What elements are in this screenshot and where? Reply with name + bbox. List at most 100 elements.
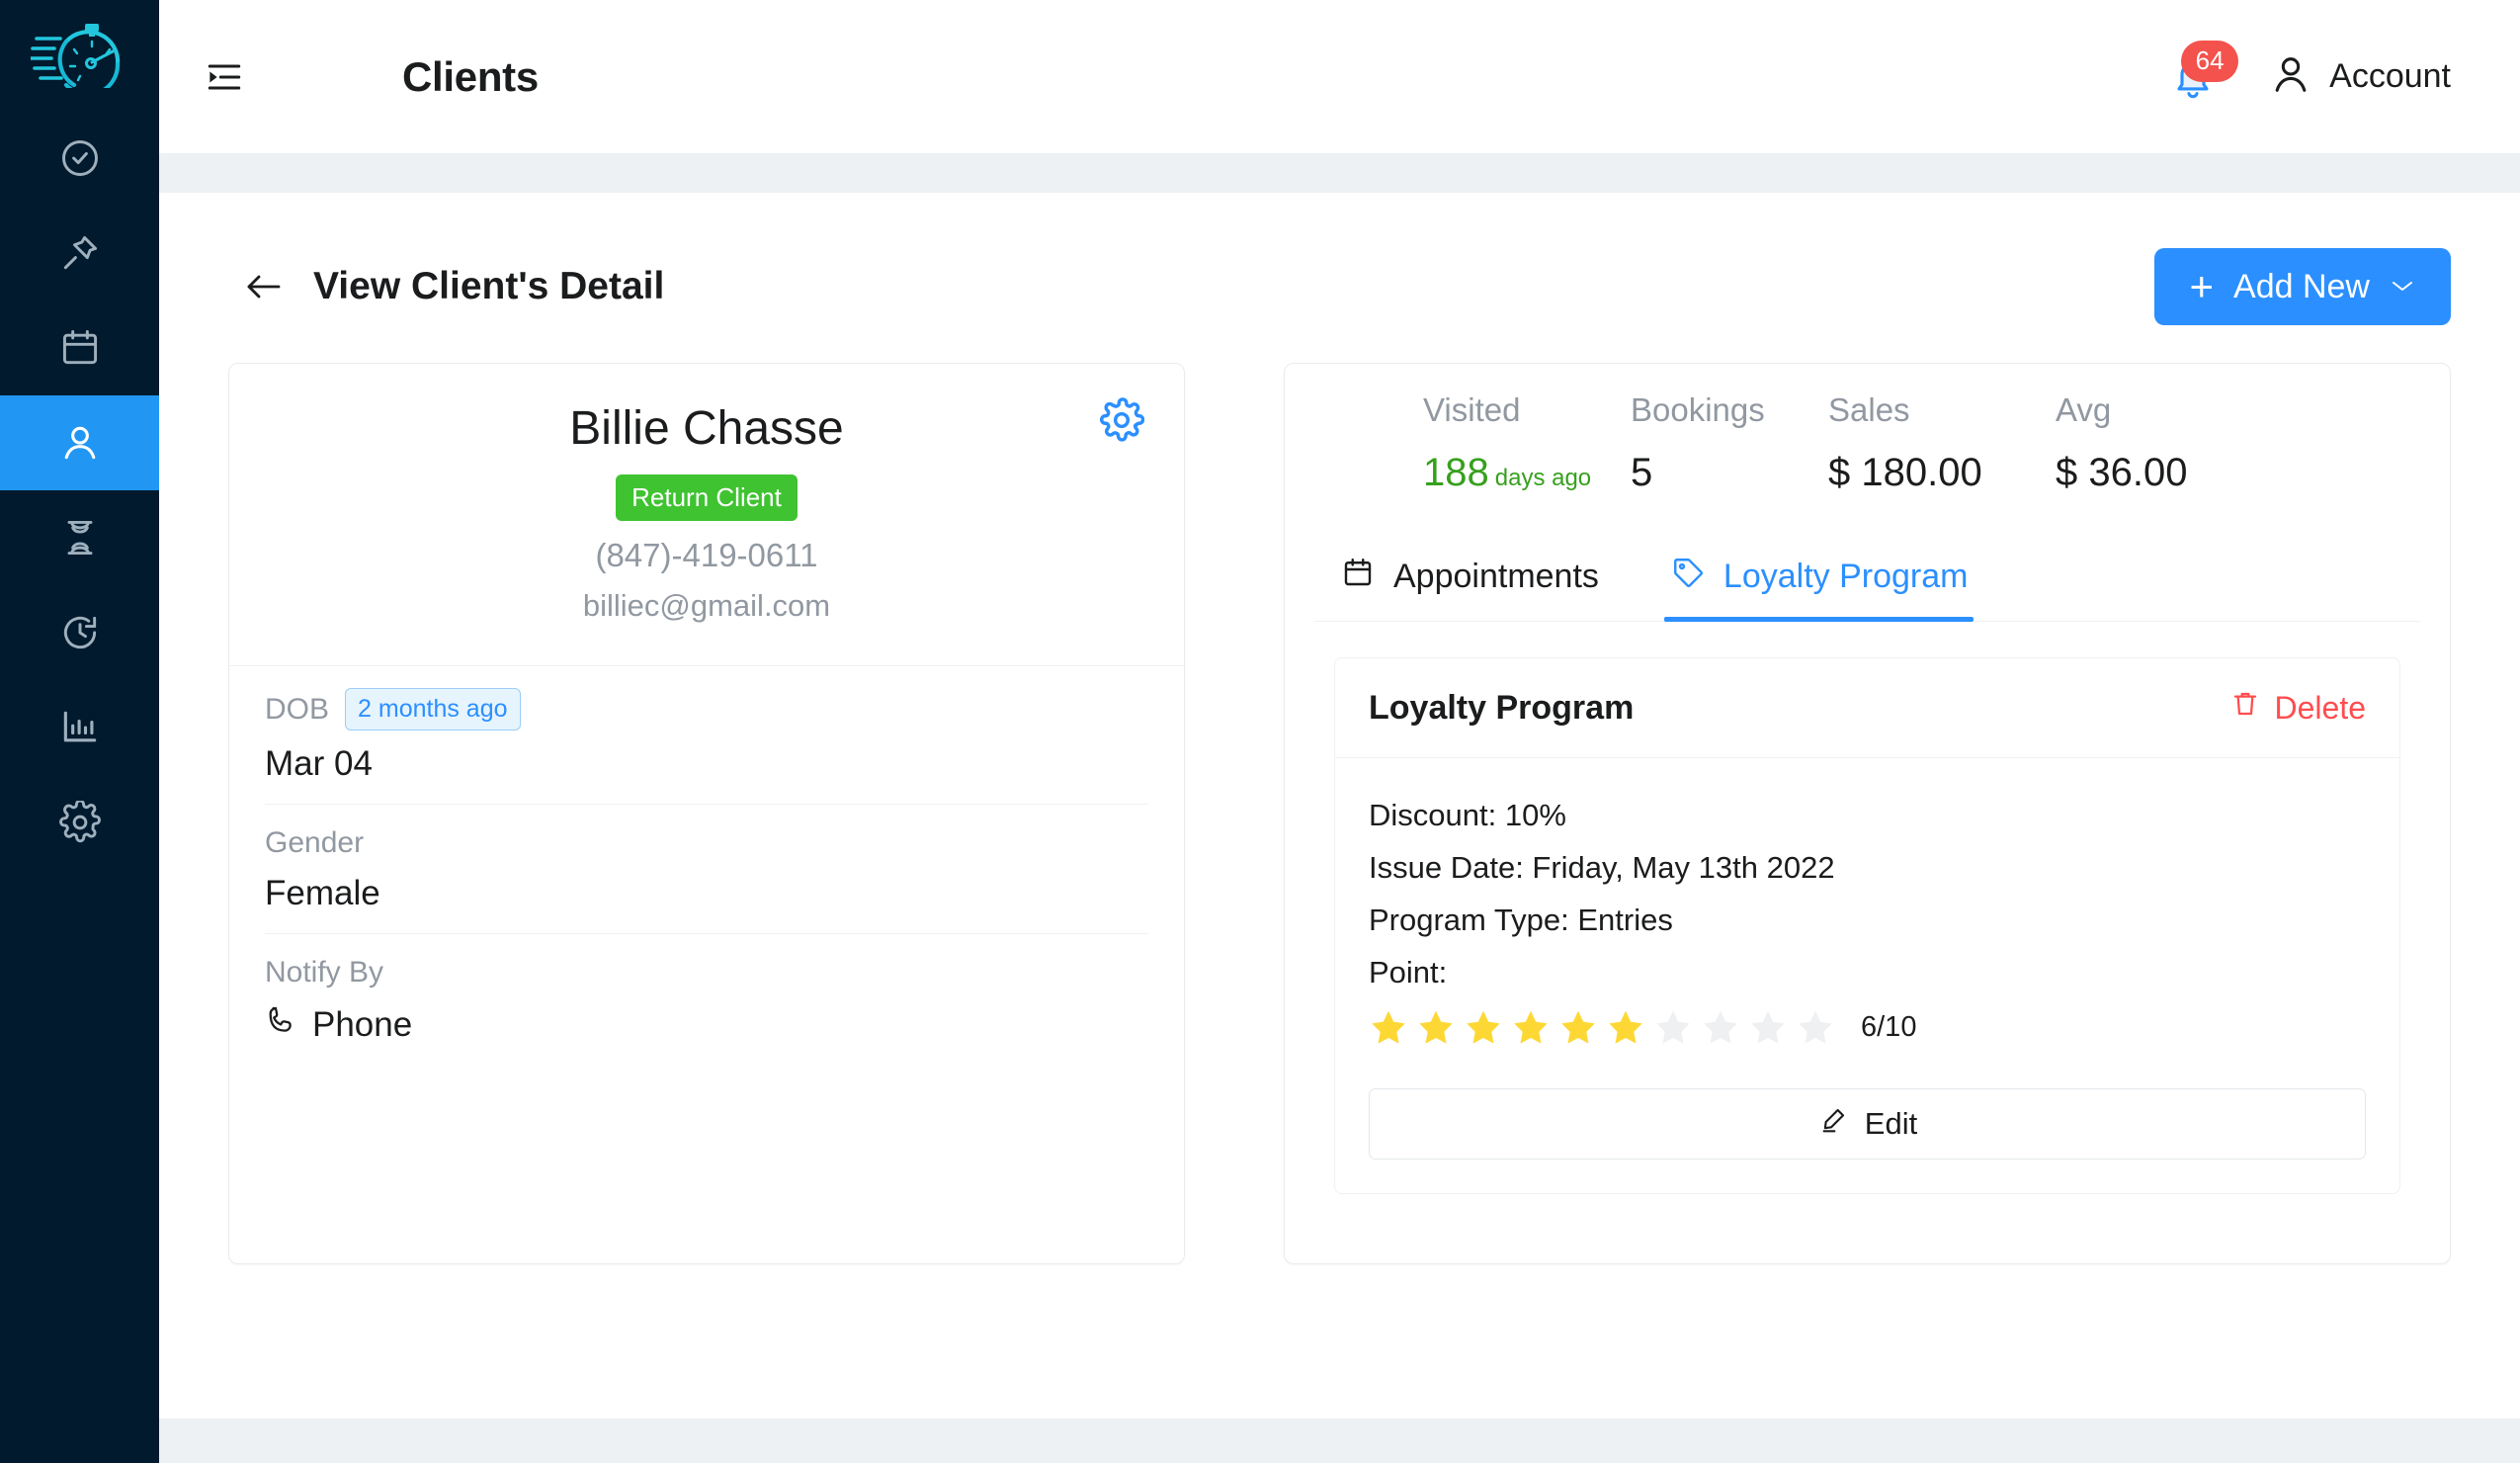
footer-band	[159, 1419, 2520, 1463]
stat-avg: Avg $ 36.00	[2056, 391, 2253, 495]
detail-page-title: View Client's Detail	[313, 265, 665, 307]
stopwatch-logo[interactable]	[0, 0, 159, 111]
top-bar: Clients 64 Account	[159, 0, 2520, 153]
menu-indent-icon[interactable]	[185, 55, 264, 99]
notifications-button[interactable]: 64	[2165, 40, 2239, 108]
account-menu[interactable]: Account	[2268, 51, 2451, 102]
sidebar-item-reports[interactable]	[0, 680, 159, 775]
client-summary-card: Billie Chasse Return Client (847)-419-06…	[228, 363, 1185, 1264]
field-value-dob: Mar 04	[265, 744, 373, 783]
field-value-notify-by-row: Phone	[265, 1003, 1148, 1046]
user-avatar-icon	[2268, 51, 2313, 102]
check-circle-icon	[58, 136, 102, 180]
stat-bookings: Bookings 5	[1631, 391, 1828, 495]
loyalty-discount: Discount: 10%	[1369, 798, 1566, 832]
edit-loyalty-label: Edit	[1864, 1106, 1918, 1141]
user-icon	[58, 421, 102, 465]
field-label-dob: DOB	[265, 692, 330, 726]
page-title: Clients	[402, 52, 539, 100]
sidebar-item-settings[interactable]	[0, 775, 159, 870]
tab-appointments[interactable]: Appointments	[1334, 545, 1605, 621]
sidebar-item-tasks[interactable]	[0, 111, 159, 206]
add-new-button[interactable]: + Add New	[2153, 248, 2451, 325]
sidebar-item-pinned[interactable]	[0, 206, 159, 301]
stats-row: Visited 188 days ago Bookings 5 Sales $ 1…	[1314, 364, 2420, 511]
client-status-badge: Return Client	[616, 474, 798, 521]
tab-label-loyalty-program: Loyalty Program	[1722, 558, 1969, 595]
stat-value-visited: 188 days ago	[1423, 451, 1631, 495]
client-settings-gear-icon[interactable]	[1099, 397, 1145, 448]
edit-loyalty-button[interactable]: Edit	[1369, 1088, 2366, 1160]
arrow-left-icon[interactable]	[242, 267, 294, 306]
loyalty-rating-text: 6/10	[1861, 1010, 1917, 1043]
stat-label-avg: Avg	[2056, 391, 2112, 428]
activity-tabs: Appointments Loyalty Program	[1314, 545, 2420, 622]
star-filled-icon[interactable]	[1511, 1007, 1551, 1047]
sidebar-item-clients[interactable]	[0, 395, 159, 490]
star-filled-icon[interactable]	[1558, 1007, 1598, 1047]
field-notify-by: Notify By Phone	[265, 934, 1148, 1066]
field-label-gender: Gender	[265, 826, 365, 859]
calendar-icon	[58, 326, 102, 370]
top-bar-right: 64 Account	[2165, 40, 2451, 108]
loyalty-panel-header: Loyalty Program Delete	[1335, 658, 2399, 758]
stat-sub-visited: days ago	[1494, 465, 1592, 491]
star-empty-icon[interactable]	[1748, 1007, 1788, 1047]
stat-value-sales: $ 180.00	[1828, 451, 1982, 494]
detail-header: View Client's Detail + Add New	[228, 232, 2451, 341]
stat-label-sales: Sales	[1828, 391, 1910, 428]
star-filled-icon[interactable]	[1416, 1007, 1456, 1047]
field-dob: DOB 2 months ago Mar 04	[265, 666, 1148, 805]
stat-number-visited: 188	[1423, 451, 1489, 494]
loyalty-issue-date: Issue Date: Friday, May 13th 2022	[1369, 850, 1835, 885]
tab-loyalty-program[interactable]: Loyalty Program	[1663, 545, 1974, 622]
star-empty-icon[interactable]	[1653, 1007, 1693, 1047]
star-empty-icon[interactable]	[1796, 1007, 1835, 1047]
add-new-label: Add New	[2233, 267, 2370, 305]
app-root: Clients 64 Account View Client's Detail …	[0, 0, 2520, 1463]
delete-loyalty-label: Delete	[2274, 689, 2367, 726]
star-empty-icon[interactable]	[1701, 1007, 1740, 1047]
client-email: billiec@gmail.com	[582, 588, 831, 623]
loyalty-panel-body: Discount: 10% Issue Date: Friday, May 13…	[1335, 758, 2399, 1193]
loyalty-program-type: Program Type: Entries	[1369, 903, 1673, 937]
trash-icon	[2229, 688, 2261, 728]
sidebar-nav	[0, 111, 159, 870]
bar-chart-icon	[58, 706, 102, 749]
client-header: Billie Chasse Return Client (847)-419-06…	[229, 364, 1184, 666]
field-label-notify-by: Notify By	[265, 956, 384, 989]
stat-label-bookings: Bookings	[1631, 391, 1765, 428]
gear-icon	[58, 801, 102, 844]
stat-label-visited: Visited	[1423, 391, 1521, 428]
header-divider-band	[159, 153, 2520, 193]
pencil-icon	[1817, 1104, 1849, 1144]
panels: Billie Chasse Return Client (847)-419-06…	[228, 363, 2451, 1264]
stat-sales: Sales $ 180.00	[1828, 391, 2056, 495]
loyalty-panel-title: Loyalty Program	[1369, 688, 1635, 727]
chevron-down-icon	[2390, 275, 2415, 299]
star-filled-icon[interactable]	[1464, 1007, 1503, 1047]
main-area: Clients 64 Account View Client's Detail …	[159, 0, 2520, 1463]
tag-icon	[1670, 555, 1706, 599]
sidebar-item-waitlist[interactable]	[0, 490, 159, 585]
dob-relative-badge: 2 months ago	[345, 688, 521, 731]
stat-value-avg: $ 36.00	[2056, 451, 2188, 494]
client-activity-card: Visited 188 days ago Bookings 5 Sales $ 1…	[1284, 363, 2451, 1264]
field-value-gender: Female	[265, 874, 380, 912]
tab-label-appointments: Appointments	[1393, 558, 1599, 595]
sidebar-item-history[interactable]	[0, 585, 159, 680]
client-phone: (847)-419-0611	[595, 537, 818, 573]
star-filled-icon[interactable]	[1606, 1007, 1645, 1047]
client-fields: DOB 2 months ago Mar 04 Gender Female No…	[229, 666, 1184, 1066]
account-label: Account	[2329, 57, 2451, 95]
calendar-icon	[1340, 555, 1376, 599]
sidebar-item-calendar[interactable]	[0, 301, 159, 395]
loyalty-points-rating[interactable]: 6/10	[1369, 1007, 2366, 1047]
hourglass-icon	[58, 516, 102, 559]
field-value-notify-by: Phone	[312, 1004, 413, 1044]
stat-visited: Visited 188 days ago	[1423, 391, 1631, 495]
pin-icon	[58, 231, 102, 275]
loyalty-point-label: Point:	[1369, 955, 1448, 990]
delete-loyalty-button[interactable]: Delete	[2229, 688, 2367, 728]
star-filled-icon[interactable]	[1369, 1007, 1408, 1047]
